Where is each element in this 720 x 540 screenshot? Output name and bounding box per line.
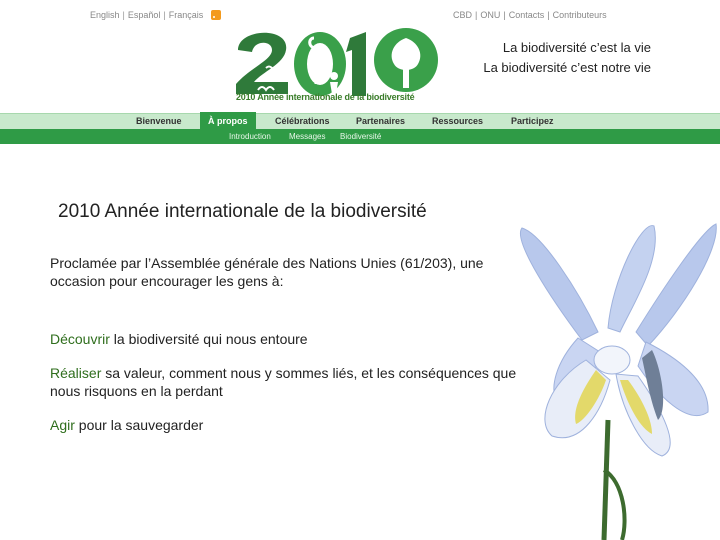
subnav-item-biodiversite[interactable]: Biodiversité	[340, 129, 381, 144]
main-nav: Bienvenue À propos Célébrations Partenai…	[0, 112, 720, 130]
page-title: 2010 Année internationale de la biodiver…	[58, 201, 427, 222]
divider: |	[163, 10, 166, 20]
divider: |	[475, 10, 478, 20]
tagline-line-1: La biodiversité c’est la vie	[502, 40, 651, 55]
divider: |	[547, 10, 550, 20]
divider: |	[122, 10, 125, 20]
lang-english[interactable]: English	[90, 10, 120, 20]
sub-nav: Introduction Messages Biodiversité	[0, 129, 720, 144]
point-keyword: Agir	[50, 417, 75, 433]
top-link-onu[interactable]: ONU	[480, 10, 500, 20]
tagline: La biodiversité c’est la vie La biodiver…	[481, 38, 651, 78]
nav-item-a-propos[interactable]: À propos	[200, 112, 256, 129]
divider: |	[503, 10, 506, 20]
point-text: la biodiversité qui nous entoure	[109, 331, 308, 347]
point-act: Agir pour la sauvegarder	[50, 416, 520, 434]
top-link-contacts[interactable]: Contacts	[509, 10, 545, 20]
subnav-item-messages[interactable]: Messages	[289, 129, 325, 144]
point-keyword: Réaliser	[50, 365, 102, 381]
point-text: pour la sauvegarder	[74, 417, 204, 433]
main-content: Proclamée par l’Assemblée générale des N…	[50, 254, 520, 434]
lang-francais[interactable]: Français	[169, 10, 204, 20]
point-text: sa valeur, comment nous y sommes liés, e…	[50, 365, 517, 399]
top-link-cbd[interactable]: CBD	[453, 10, 472, 20]
nav-item-ressources[interactable]: Ressources	[432, 114, 483, 130]
nav-item-participez[interactable]: Participez	[511, 114, 554, 130]
top-link-contributeurs[interactable]: Contributeurs	[553, 10, 607, 20]
iris-flower-image	[520, 223, 717, 540]
top-links: CBD | ONU | Contacts | Contributeurs	[453, 10, 607, 20]
lang-espanol[interactable]: Español	[128, 10, 161, 20]
nav-item-bienvenue[interactable]: Bienvenue	[136, 114, 182, 130]
tagline-line-2: La biodiversité c’est notre vie	[483, 60, 651, 75]
point-discover: Découvrir la biodiversité qui nous entou…	[50, 330, 520, 348]
intro-paragraph: Proclamée par l’Assemblée générale des N…	[50, 255, 484, 289]
point-realize: Réaliser sa valeur, comment nous y somme…	[50, 364, 520, 400]
subnav-item-introduction[interactable]: Introduction	[229, 129, 271, 144]
rss-icon[interactable]	[211, 10, 222, 20]
nav-item-partenaires[interactable]: Partenaires	[356, 114, 405, 130]
logo-caption: 2010 Année internationale de la biodiver…	[236, 92, 415, 102]
point-keyword: Découvrir	[50, 331, 110, 347]
language-bar: English | Español | Français	[90, 10, 222, 20]
nav-item-celebrations[interactable]: Célébrations	[275, 114, 330, 130]
